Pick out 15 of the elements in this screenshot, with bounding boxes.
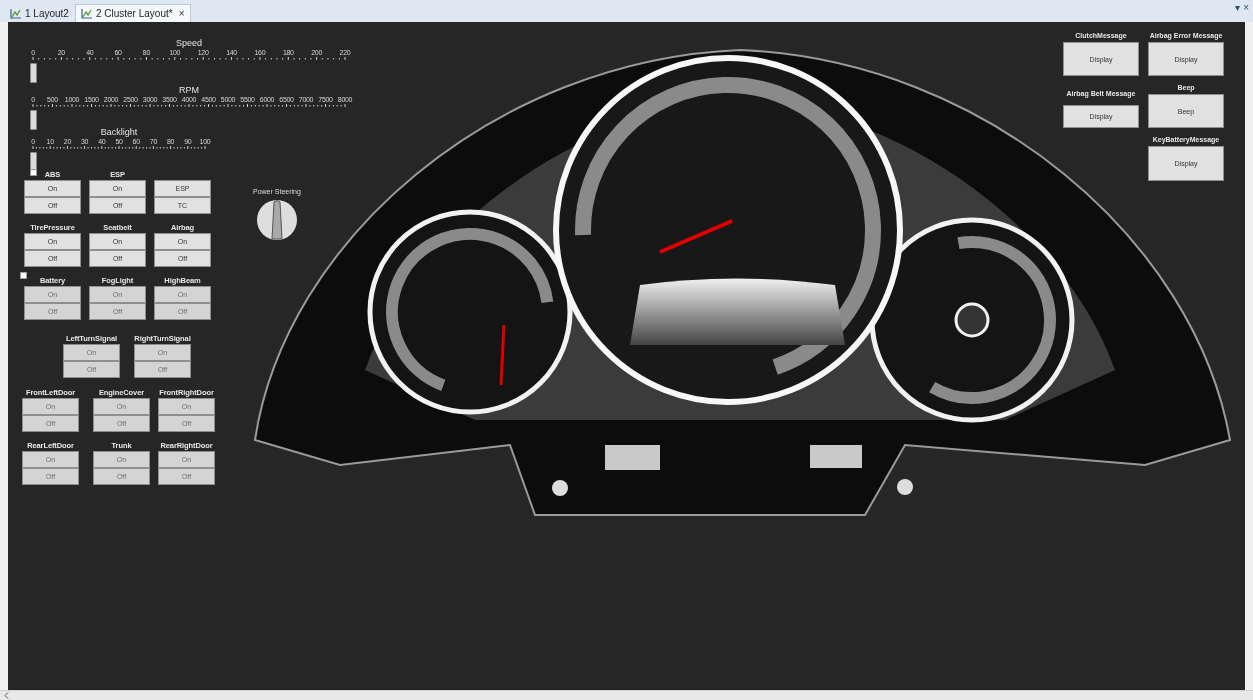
slider-thumb[interactable] [29,110,37,130]
slider-label: Backlight [100,127,138,137]
layout-icon [80,8,93,19]
window-control[interactable]: ▾ [1235,2,1241,13]
layout-icon [10,8,22,19]
window-control[interactable]: × [1243,2,1249,13]
slider-thumb[interactable] [29,63,37,83]
document-tab[interactable]: 1 Layout2 [4,4,75,22]
checkbox[interactable] [30,169,37,176]
checkbox[interactable] [20,272,27,279]
slider-label: Speed [176,38,202,48]
document-tab[interactable]: 2 Cluster Layout* × [74,4,191,22]
rotary-knob[interactable] [255,199,298,241]
close-tab-button[interactable]: × [178,8,185,19]
slider-label: RPM [179,85,199,95]
